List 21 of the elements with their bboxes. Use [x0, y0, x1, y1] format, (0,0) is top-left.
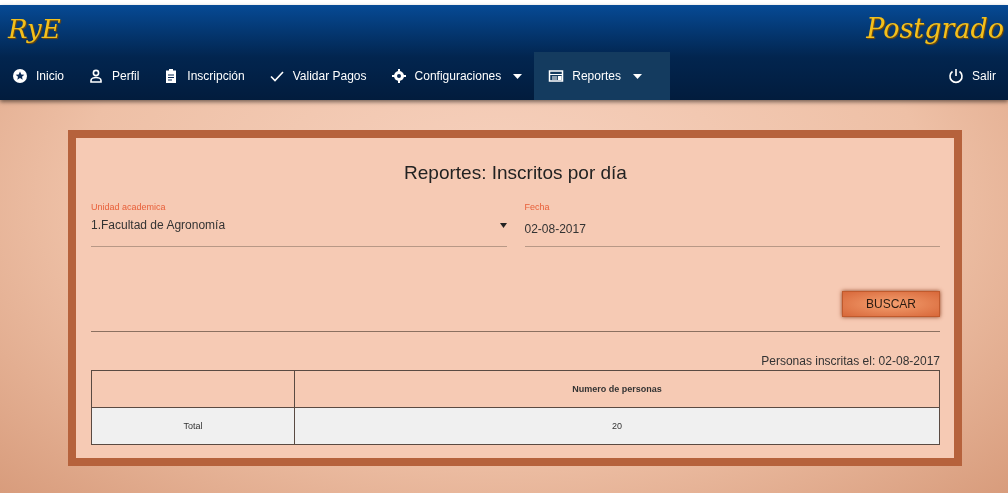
- table-cell: 20: [294, 407, 940, 445]
- card-title: Reportes: Inscritos por día: [403, 162, 628, 184]
- nav-item[interactable]: Reportes: [534, 52, 670, 100]
- nav-item[interactable]: Perfil: [76, 52, 152, 100]
- caret-icon: [499, 222, 507, 228]
- logo: RyE: [8, 13, 61, 44]
- result-caption: Personas inscritas el: 02-08-2017: [761, 354, 940, 368]
- nav-item[interactable]: Validar Pagos: [256, 52, 379, 100]
- unit-select[interactable]: Unidad academica 1.Facultad de Agronomía: [91, 202, 507, 247]
- table-header: Numero de personas: [294, 370, 940, 408]
- power-icon: [948, 68, 964, 84]
- nav-item[interactable]: Inicio: [0, 52, 76, 100]
- search-button[interactable]: BUSCAR: [842, 291, 940, 317]
- window-icon: [548, 68, 565, 84]
- brand-title: Postgrado: [866, 13, 1004, 44]
- nav-item[interactable]: Configuraciones: [378, 52, 535, 100]
- table-cell: Total: [91, 407, 295, 445]
- nav-item[interactable]: Inscripción: [151, 52, 257, 100]
- date-field[interactable]: Fecha 02-08-2017: [524, 202, 940, 247]
- logout-link[interactable]: Salir: [936, 52, 1008, 100]
- person-icon: [88, 68, 104, 84]
